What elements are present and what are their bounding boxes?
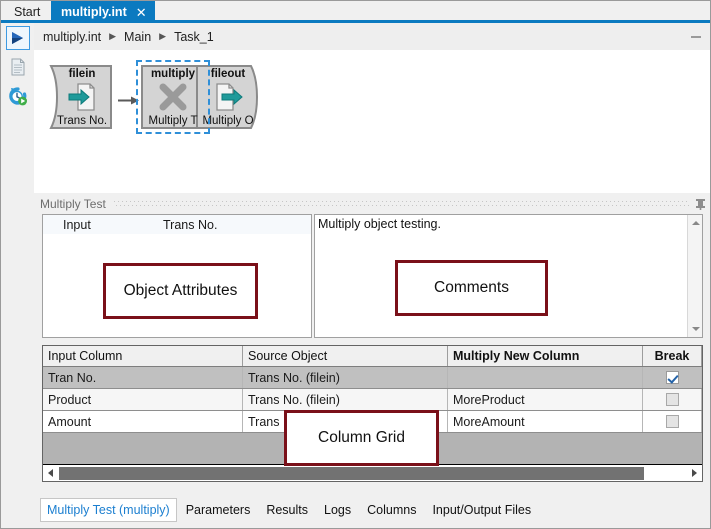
column-header-break[interactable]: Break: [643, 346, 702, 366]
breadcrumb-item-main[interactable]: Main: [123, 30, 152, 44]
scrollbar-thumb[interactable]: [59, 467, 644, 480]
cell-input-column: Product: [43, 389, 243, 410]
chevron-right-icon: ▶: [102, 31, 123, 42]
breadcrumb-item-task[interactable]: Task_1: [173, 30, 215, 44]
run-icon-glyph: [9, 30, 27, 46]
minimize-button[interactable]: [691, 36, 701, 38]
bottom-tab-multiply-test[interactable]: Multiply Test (multiply): [40, 498, 177, 522]
node-filein-title: filein: [49, 68, 115, 80]
tab-multiply-int-label: multiply.int: [61, 5, 127, 19]
dock-panel-title: Multiply Test: [34, 197, 114, 211]
history-refresh-icon-glyph: [8, 87, 28, 106]
scroll-right-icon[interactable]: [687, 466, 702, 481]
document-icon-glyph: [11, 58, 26, 76]
bottom-tab-parameters[interactable]: Parameters: [179, 498, 258, 522]
column-grid-header: Input Column Source Object Multiply New …: [43, 346, 702, 367]
file-in-icon: [49, 82, 115, 112]
cell-break[interactable]: [643, 389, 702, 410]
flow-canvas[interactable]: filein Trans No. multiply: [34, 50, 711, 193]
callout-object-attributes: Object Attributes: [103, 263, 258, 319]
bottom-tab-results[interactable]: Results: [259, 498, 315, 522]
file-in-icon-glyph: [67, 82, 97, 112]
comments-text: Multiply object testing.: [318, 217, 441, 231]
node-multiply[interactable]: multiply Multiply T: [140, 64, 206, 130]
comments-vertical-scrollbar[interactable]: [687, 215, 702, 337]
break-checkbox[interactable]: [666, 415, 679, 428]
dock-panel-header: Multiply Test: [34, 193, 711, 214]
bottom-tab-input-output-files[interactable]: Input/Output Files: [425, 498, 538, 522]
cell-break[interactable]: [643, 411, 702, 432]
table-row[interactable]: Input Trans No.: [43, 215, 311, 235]
cell-input-column: Tran No.: [43, 367, 243, 388]
callout-comments: Comments: [395, 260, 548, 316]
scroll-down-icon[interactable]: [688, 322, 703, 336]
header-dotted-rule: [114, 200, 689, 207]
application-window: Start multiply.int ✕: [0, 0, 711, 529]
cell-break[interactable]: [643, 367, 702, 388]
pin-icon[interactable]: [689, 198, 711, 210]
attribute-label: Input: [43, 218, 163, 232]
close-icon[interactable]: ✕: [136, 6, 147, 19]
cell-source-object: Trans No. (filein): [243, 389, 448, 410]
callout-column-grid: Column Grid: [284, 410, 439, 466]
column-header-input-column[interactable]: Input Column: [43, 346, 243, 366]
bottom-tab-logs[interactable]: Logs: [317, 498, 358, 522]
bottom-tab-bar: Multiply Test (multiply) Parameters Resu…: [34, 492, 711, 528]
bottom-tab-columns[interactable]: Columns: [360, 498, 423, 522]
cell-input-column: Amount: [43, 411, 243, 432]
break-checkbox[interactable]: [666, 371, 679, 384]
editor-tab-strip: Start multiply.int ✕: [1, 1, 711, 23]
column-header-multiply-new-column[interactable]: Multiply New Column: [448, 346, 643, 366]
cell-source-object: Trans No. (filein): [243, 367, 448, 388]
cell-new-column: [448, 367, 643, 388]
attribute-value: Trans No.: [163, 218, 311, 232]
node-filein-caption: Trans No.: [49, 115, 115, 127]
table-row[interactable]: Tran No. Trans No. (filein): [43, 367, 702, 389]
scroll-left-icon[interactable]: [43, 466, 58, 481]
cell-new-column: MoreAmount: [448, 411, 643, 432]
file-out-icon-glyph: [213, 82, 243, 112]
cell-new-column: MoreProduct: [448, 389, 643, 410]
scroll-up-icon[interactable]: [688, 216, 703, 230]
grid-horizontal-scrollbar[interactable]: [43, 464, 702, 481]
breadcrumb-bar: multiply.int ▶ Main ▶ Task_1: [34, 23, 711, 50]
column-header-source-object[interactable]: Source Object: [243, 346, 448, 366]
tab-start-label: Start: [14, 5, 40, 19]
history-refresh-icon[interactable]: [6, 84, 30, 108]
breadcrumb-item-file[interactable]: multiply.int: [42, 30, 102, 44]
run-icon[interactable]: [6, 26, 30, 50]
break-checkbox[interactable]: [666, 393, 679, 406]
node-filein[interactable]: filein Trans No.: [49, 64, 115, 130]
document-icon[interactable]: [6, 55, 30, 79]
node-multiply-selection: [136, 60, 210, 134]
left-icon-rail: [1, 23, 34, 507]
pin-icon-glyph: [695, 198, 706, 210]
table-row[interactable]: Product Trans No. (filein) MoreProduct: [43, 389, 702, 411]
chevron-right-icon: ▶: [152, 31, 173, 42]
